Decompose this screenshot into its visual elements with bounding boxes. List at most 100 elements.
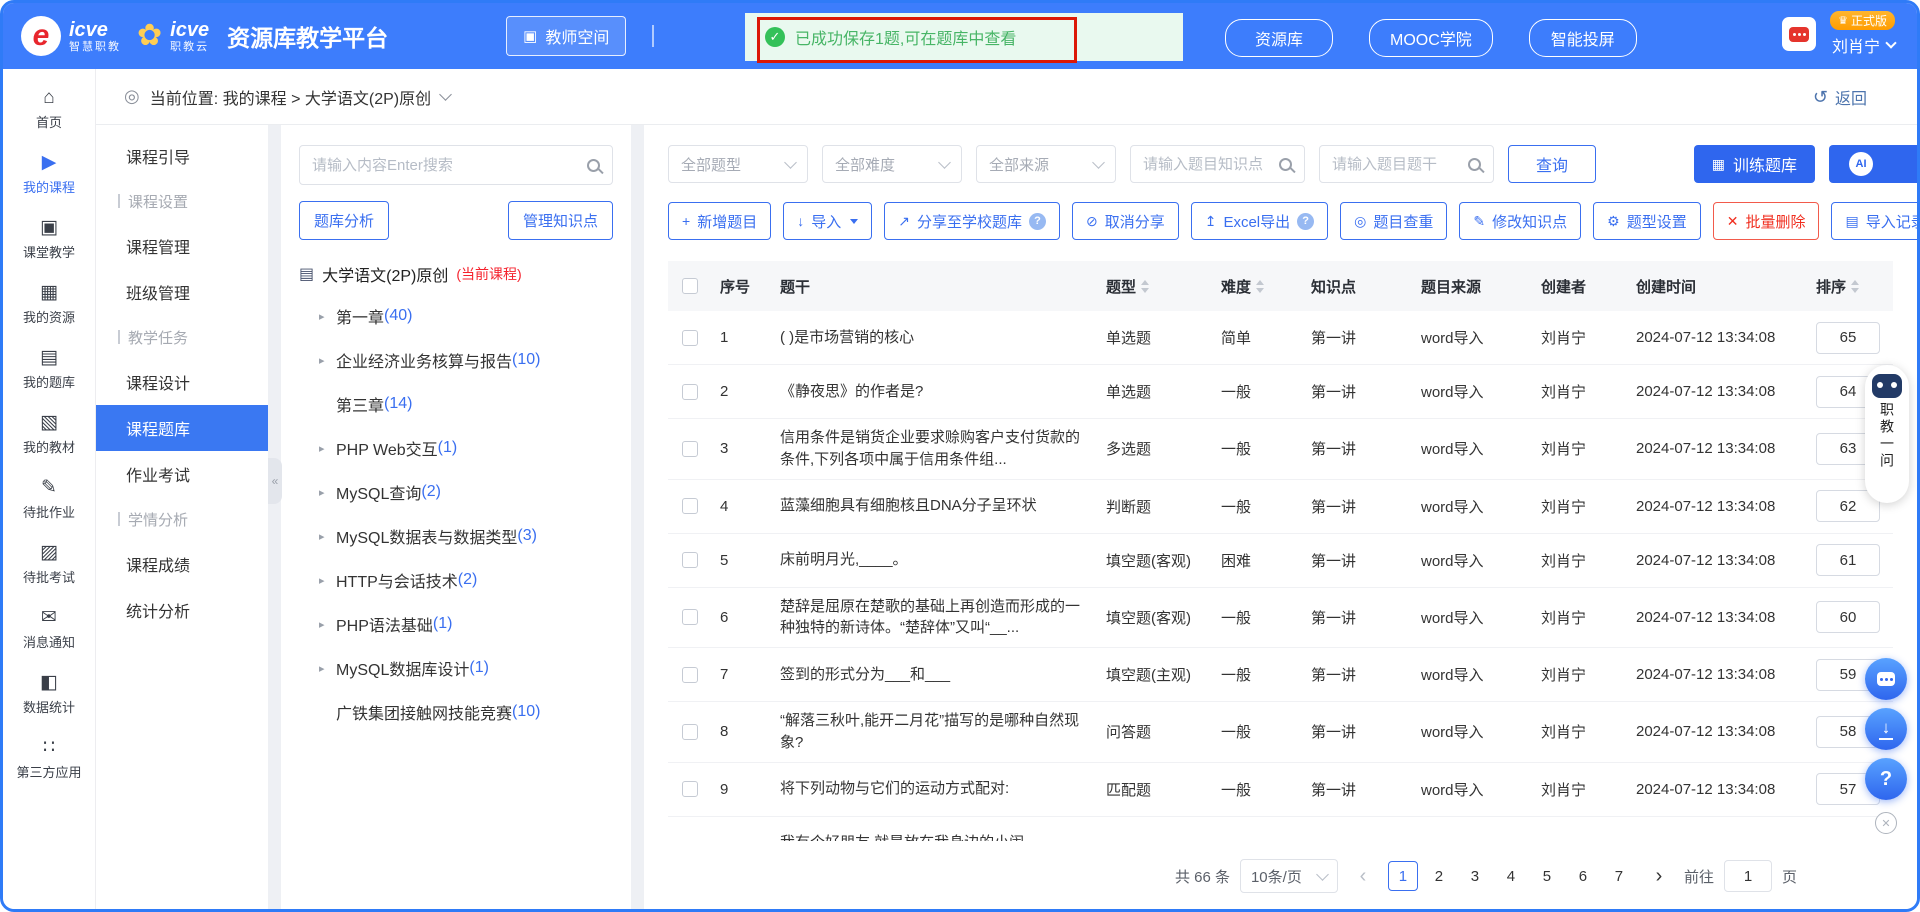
sidebar-item-my-question-bank[interactable]: ▤我的题库 bbox=[3, 337, 95, 402]
share-to-school-button[interactable]: ↗分享至学校题库? bbox=[884, 202, 1060, 240]
search-icon[interactable] bbox=[587, 159, 600, 172]
question-stem: 签到的形式分为___和___ bbox=[772, 656, 1098, 694]
duplicate-check-button[interactable]: ◎题目查重 bbox=[1340, 202, 1447, 240]
menu-item[interactable]: 课程设计 bbox=[96, 359, 268, 405]
row-checkbox[interactable] bbox=[682, 441, 698, 457]
stem-search-input[interactable] bbox=[1332, 156, 1460, 173]
bank-analysis-button[interactable]: 题库分析 bbox=[299, 201, 389, 240]
sort-icon[interactable] bbox=[1256, 280, 1264, 293]
search-icon[interactable] bbox=[1468, 158, 1481, 171]
sort-order-input[interactable] bbox=[1816, 544, 1880, 576]
sort-order-input[interactable] bbox=[1816, 322, 1880, 354]
header-nav-pill[interactable]: MOOC学院 bbox=[1369, 19, 1493, 57]
menu-item[interactable]: 课程管理 bbox=[96, 223, 268, 269]
filter-source[interactable]: 全部来源 bbox=[976, 145, 1116, 183]
sidebar-item-messages[interactable]: ✉消息通知 bbox=[3, 597, 95, 662]
menu-item[interactable]: 课程题库 bbox=[96, 405, 268, 451]
tree-node[interactable]: ▸HTTP与会话技术(2) bbox=[299, 558, 613, 602]
chevron-down-icon[interactable] bbox=[439, 88, 452, 101]
manage-knowledge-button[interactable]: 管理知识点 bbox=[508, 201, 613, 240]
user-menu[interactable]: 刘肖宁 bbox=[1832, 33, 1895, 57]
page-number-7[interactable]: 7 bbox=[1604, 861, 1634, 891]
help-icon[interactable]: ? bbox=[1029, 213, 1046, 230]
back-link[interactable]: ↺返回 bbox=[1813, 85, 1867, 109]
training-bank-button[interactable]: ▦训练题库 bbox=[1694, 145, 1815, 183]
sidebar-item-pending-exams[interactable]: ▨待批考试 bbox=[3, 532, 95, 597]
close-floating-button[interactable]: ✕ bbox=[1875, 812, 1897, 834]
row-checkbox[interactable] bbox=[682, 724, 698, 740]
message-app-icon[interactable] bbox=[1782, 17, 1816, 51]
header-nav-pill[interactable]: 资源库 bbox=[1225, 19, 1333, 57]
filter-difficulty[interactable]: 全部难度 bbox=[822, 145, 962, 183]
tree-node[interactable]: ▸MySQL查询(2) bbox=[299, 470, 613, 514]
download-button[interactable]: ↓ bbox=[1865, 708, 1907, 750]
page-number-1[interactable]: 1 bbox=[1388, 861, 1418, 891]
sort-icon[interactable] bbox=[1851, 280, 1859, 293]
duplicate-icon: ◎ bbox=[1354, 214, 1366, 228]
sidebar-item-data-statistics[interactable]: ◧数据统计 bbox=[3, 662, 95, 727]
page-size-select[interactable]: 10条/页 bbox=[1240, 859, 1338, 893]
sidebar-item-pending-homework[interactable]: ✎待批作业 bbox=[3, 467, 95, 532]
tree-node[interactable]: ▸企业经济业务核算与报告(10) bbox=[299, 338, 613, 382]
tree-node[interactable]: ▸PHP语法基础(1) bbox=[299, 602, 613, 646]
row-checkbox[interactable] bbox=[682, 781, 698, 797]
import-records-button[interactable]: ▤导入记录 bbox=[1831, 202, 1920, 240]
teacher-space-button[interactable]: ▣ 教师空间 bbox=[506, 16, 626, 56]
excel-export-button[interactable]: ↥Excel导出? bbox=[1191, 202, 1328, 240]
row-checkbox[interactable] bbox=[682, 667, 698, 683]
page-number-6[interactable]: 6 bbox=[1568, 861, 1598, 891]
menu-item[interactable]: 课程引导 bbox=[96, 133, 268, 179]
query-button[interactable]: 查询 bbox=[1508, 145, 1596, 183]
menu-item[interactable]: 课程成绩 bbox=[96, 541, 268, 587]
sidebar-item-my-courses[interactable]: ▶我的课程 bbox=[3, 142, 95, 207]
cancel-share-button[interactable]: ⊘取消分享 bbox=[1072, 202, 1179, 240]
next-page-button[interactable]: › bbox=[1644, 861, 1674, 891]
ai-button[interactable]: AI bbox=[1829, 145, 1920, 183]
sort-icon[interactable] bbox=[1141, 280, 1149, 293]
filter-question-type[interactable]: 全部题型 bbox=[668, 145, 808, 183]
help-button[interactable]: ? bbox=[1865, 758, 1907, 800]
tree-node-label: MySQL数据库设计 bbox=[336, 656, 469, 680]
question-type-settings-button[interactable]: ⚙题型设置 bbox=[1593, 202, 1701, 240]
page-number-5[interactable]: 5 bbox=[1532, 861, 1562, 891]
row-checkbox[interactable] bbox=[682, 498, 698, 514]
help-icon[interactable]: ? bbox=[1297, 213, 1314, 230]
sidebar-item-third-party-apps[interactable]: ∷第三方应用 bbox=[3, 727, 95, 792]
add-question-button[interactable]: +新增题目 bbox=[668, 202, 771, 240]
collapse-menu-handle[interactable]: « bbox=[268, 458, 282, 504]
row-checkbox[interactable] bbox=[682, 384, 698, 400]
sort-order-input[interactable] bbox=[1816, 601, 1880, 633]
page-number-2[interactable]: 2 bbox=[1424, 861, 1454, 891]
zhijiao-assistant-widget[interactable]: 职教一问 bbox=[1865, 365, 1909, 503]
page-number-3[interactable]: 3 bbox=[1460, 861, 1490, 891]
tree-search-input[interactable] bbox=[312, 157, 587, 174]
search-icon[interactable] bbox=[1279, 158, 1292, 171]
customer-service-button[interactable] bbox=[1865, 658, 1907, 700]
edit-knowledge-button[interactable]: ✎修改知识点 bbox=[1459, 202, 1581, 240]
row-checkbox[interactable] bbox=[682, 330, 698, 346]
prev-page-button[interactable]: ‹ bbox=[1348, 861, 1378, 891]
tree-node[interactable]: ▸MySQL数据表与数据类型(3) bbox=[299, 514, 613, 558]
sidebar-item-my-textbooks[interactable]: ▧我的教材 bbox=[3, 402, 95, 467]
tree-node[interactable]: ▸第一章(40) bbox=[299, 294, 613, 338]
batch-delete-button[interactable]: ✕批量删除 bbox=[1713, 202, 1820, 240]
row-checkbox[interactable] bbox=[682, 552, 698, 568]
menu-item[interactable]: 统计分析 bbox=[96, 587, 268, 633]
tree-root-course[interactable]: ▤ 大学语文(2P)原创 (当前课程) bbox=[299, 262, 613, 286]
tree-node[interactable]: 广铁集团接触网技能竞赛(10) bbox=[299, 690, 613, 734]
sidebar-item-classroom-teaching[interactable]: ▣课堂教学 bbox=[3, 207, 95, 272]
import-button[interactable]: ↓导入 bbox=[783, 202, 872, 240]
tree-node[interactable]: ▸MySQL数据库设计(1) bbox=[299, 646, 613, 690]
header-nav-pill[interactable]: 智能投屏 bbox=[1529, 19, 1637, 57]
menu-item[interactable]: 作业考试 bbox=[96, 451, 268, 497]
goto-page-input[interactable] bbox=[1724, 860, 1772, 892]
tree-node[interactable]: 第三章(14) bbox=[299, 382, 613, 426]
tree-node[interactable]: ▸PHP Web交互(1) bbox=[299, 426, 613, 470]
select-all-checkbox[interactable] bbox=[682, 278, 698, 294]
sidebar-item-home[interactable]: ⌂首页 bbox=[3, 77, 95, 142]
menu-item[interactable]: 班级管理 bbox=[96, 269, 268, 315]
knowledge-search-input[interactable] bbox=[1143, 156, 1271, 173]
row-checkbox[interactable] bbox=[682, 609, 698, 625]
page-number-4[interactable]: 4 bbox=[1496, 861, 1526, 891]
sidebar-item-my-resources[interactable]: ▦我的资源 bbox=[3, 272, 95, 337]
